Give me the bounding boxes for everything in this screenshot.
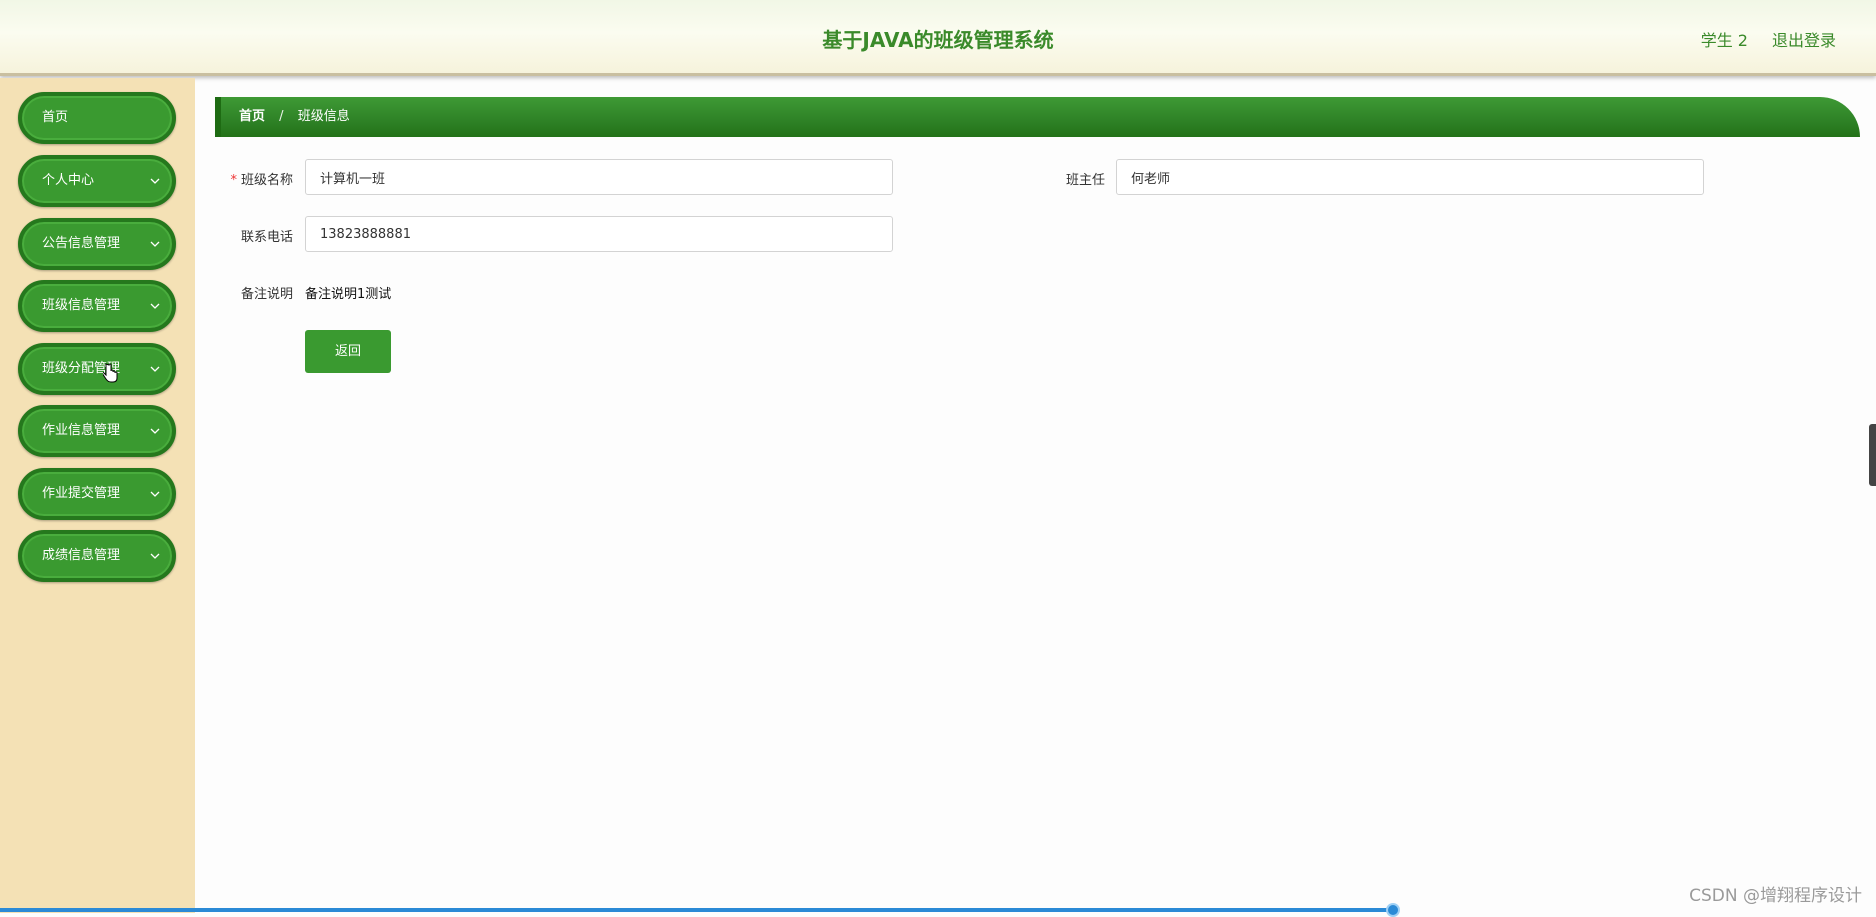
- sidebar-item-label: 班级信息管理: [42, 298, 121, 313]
- current-user: 学生 2: [1700, 31, 1748, 50]
- sidebar-item-label: 成绩信息管理: [42, 548, 121, 563]
- scrollbar-thumb[interactable]: [1869, 424, 1876, 486]
- sidebar-item-grades[interactable]: 成绩信息管理: [18, 530, 176, 582]
- sidebar-item-label: 首页: [42, 110, 69, 125]
- head-teacher-label: 班主任: [1065, 173, 1105, 188]
- sidebar: 首页 个人中心 公告信息管理 班级信息管理 班级分配管理 作业信息管理 作业提交…: [0, 78, 195, 913]
- sidebar-item-personal-center[interactable]: 个人中心: [18, 155, 176, 207]
- chevron-down-icon: [150, 491, 160, 497]
- breadcrumb-home[interactable]: 首页: [239, 109, 265, 124]
- sidebar-item-homework-submission[interactable]: 作业提交管理: [18, 468, 176, 520]
- app-title: 基于JAVA的班级管理系统: [822, 28, 1054, 52]
- chevron-down-icon: [150, 303, 160, 309]
- remark-label: 备注说明: [240, 287, 293, 302]
- mouse-pointer-icon: [103, 363, 118, 383]
- sidebar-item-label: 作业提交管理: [42, 486, 121, 501]
- sidebar-item-home[interactable]: 首页: [18, 92, 176, 144]
- back-button[interactable]: 返回: [305, 330, 391, 373]
- chevron-down-icon: [150, 178, 160, 184]
- top-header: 基于JAVA的班级管理系统 学生 2 退出登录: [0, 0, 1876, 76]
- breadcrumb-separator: /: [279, 109, 284, 124]
- class-name-label: * 班级名称: [230, 173, 293, 188]
- class-name-field[interactable]: [305, 159, 893, 195]
- phone-label: 联系电话: [240, 230, 293, 245]
- remark-value: 备注说明1测试: [305, 287, 392, 302]
- sidebar-item-label: 作业信息管理: [42, 423, 121, 438]
- watermark: CSDN @增翔程序设计: [1689, 886, 1862, 906]
- chevron-down-icon: [150, 366, 160, 372]
- chevron-down-icon: [150, 241, 160, 247]
- sidebar-item-class-info[interactable]: 班级信息管理: [18, 280, 176, 332]
- chevron-down-icon: [150, 428, 160, 434]
- breadcrumb: 首页 / 班级信息: [215, 97, 1860, 137]
- progress-handle[interactable]: [1386, 903, 1400, 917]
- sidebar-item-label: 公告信息管理: [42, 236, 121, 251]
- sidebar-item-announcements[interactable]: 公告信息管理: [18, 218, 176, 270]
- logout-link[interactable]: 退出登录: [1772, 27, 1836, 51]
- chevron-down-icon: [150, 553, 160, 559]
- breadcrumb-current: 班级信息: [297, 109, 350, 124]
- sidebar-item-class-assignment[interactable]: 班级分配管理: [18, 343, 176, 395]
- head-teacher-field[interactable]: [1116, 159, 1704, 195]
- sidebar-item-homework-info[interactable]: 作业信息管理: [18, 405, 176, 457]
- sidebar-item-label: 个人中心: [42, 173, 95, 188]
- progress-line: [0, 908, 1395, 912]
- phone-field[interactable]: [305, 216, 893, 252]
